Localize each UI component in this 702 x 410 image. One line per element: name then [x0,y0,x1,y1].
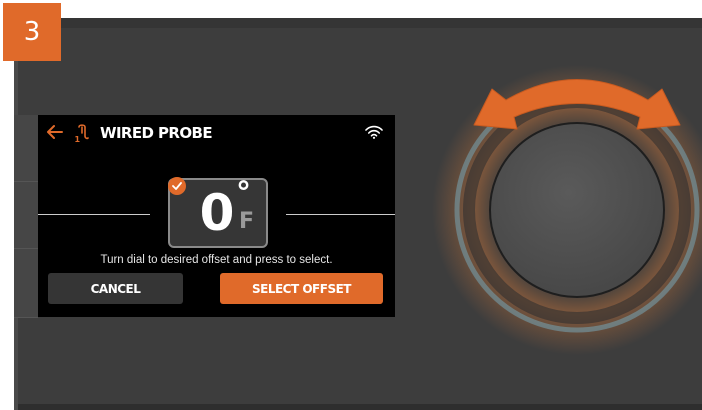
panel-top-edge [14,18,702,28]
screen-side-bezel-middle [14,182,38,249]
probe-icon: 1 [75,124,89,143]
screen-side-bezel-top [14,115,38,182]
control-dial[interactable] [489,122,665,298]
select-offset-button[interactable]: SELECT OFFSET [220,273,383,304]
step-number-badge: 3 [3,3,61,61]
controller-display: 1 WIRED PROBE 0 ° F Turn dial to desired… [38,115,395,317]
control-dial-area [432,65,702,355]
probe-number: 1 [75,135,81,143]
panel-bottom-edge [14,404,702,410]
check-icon [168,177,186,195]
cancel-button[interactable]: CANCEL [48,273,183,304]
temperature-unit: F [239,209,255,234]
wifi-icon [365,125,383,139]
screen-title: WIRED PROBE [100,124,213,142]
degree-symbol: ° [236,176,251,211]
back-arrow-icon[interactable] [46,123,64,141]
offset-value: 0 [199,184,235,242]
instruction-text: Turn dial to desired offset and press to… [100,254,333,266]
divider-right [286,214,395,215]
divider-left [38,214,150,215]
screen-side-bezel-bottom [14,249,38,318]
